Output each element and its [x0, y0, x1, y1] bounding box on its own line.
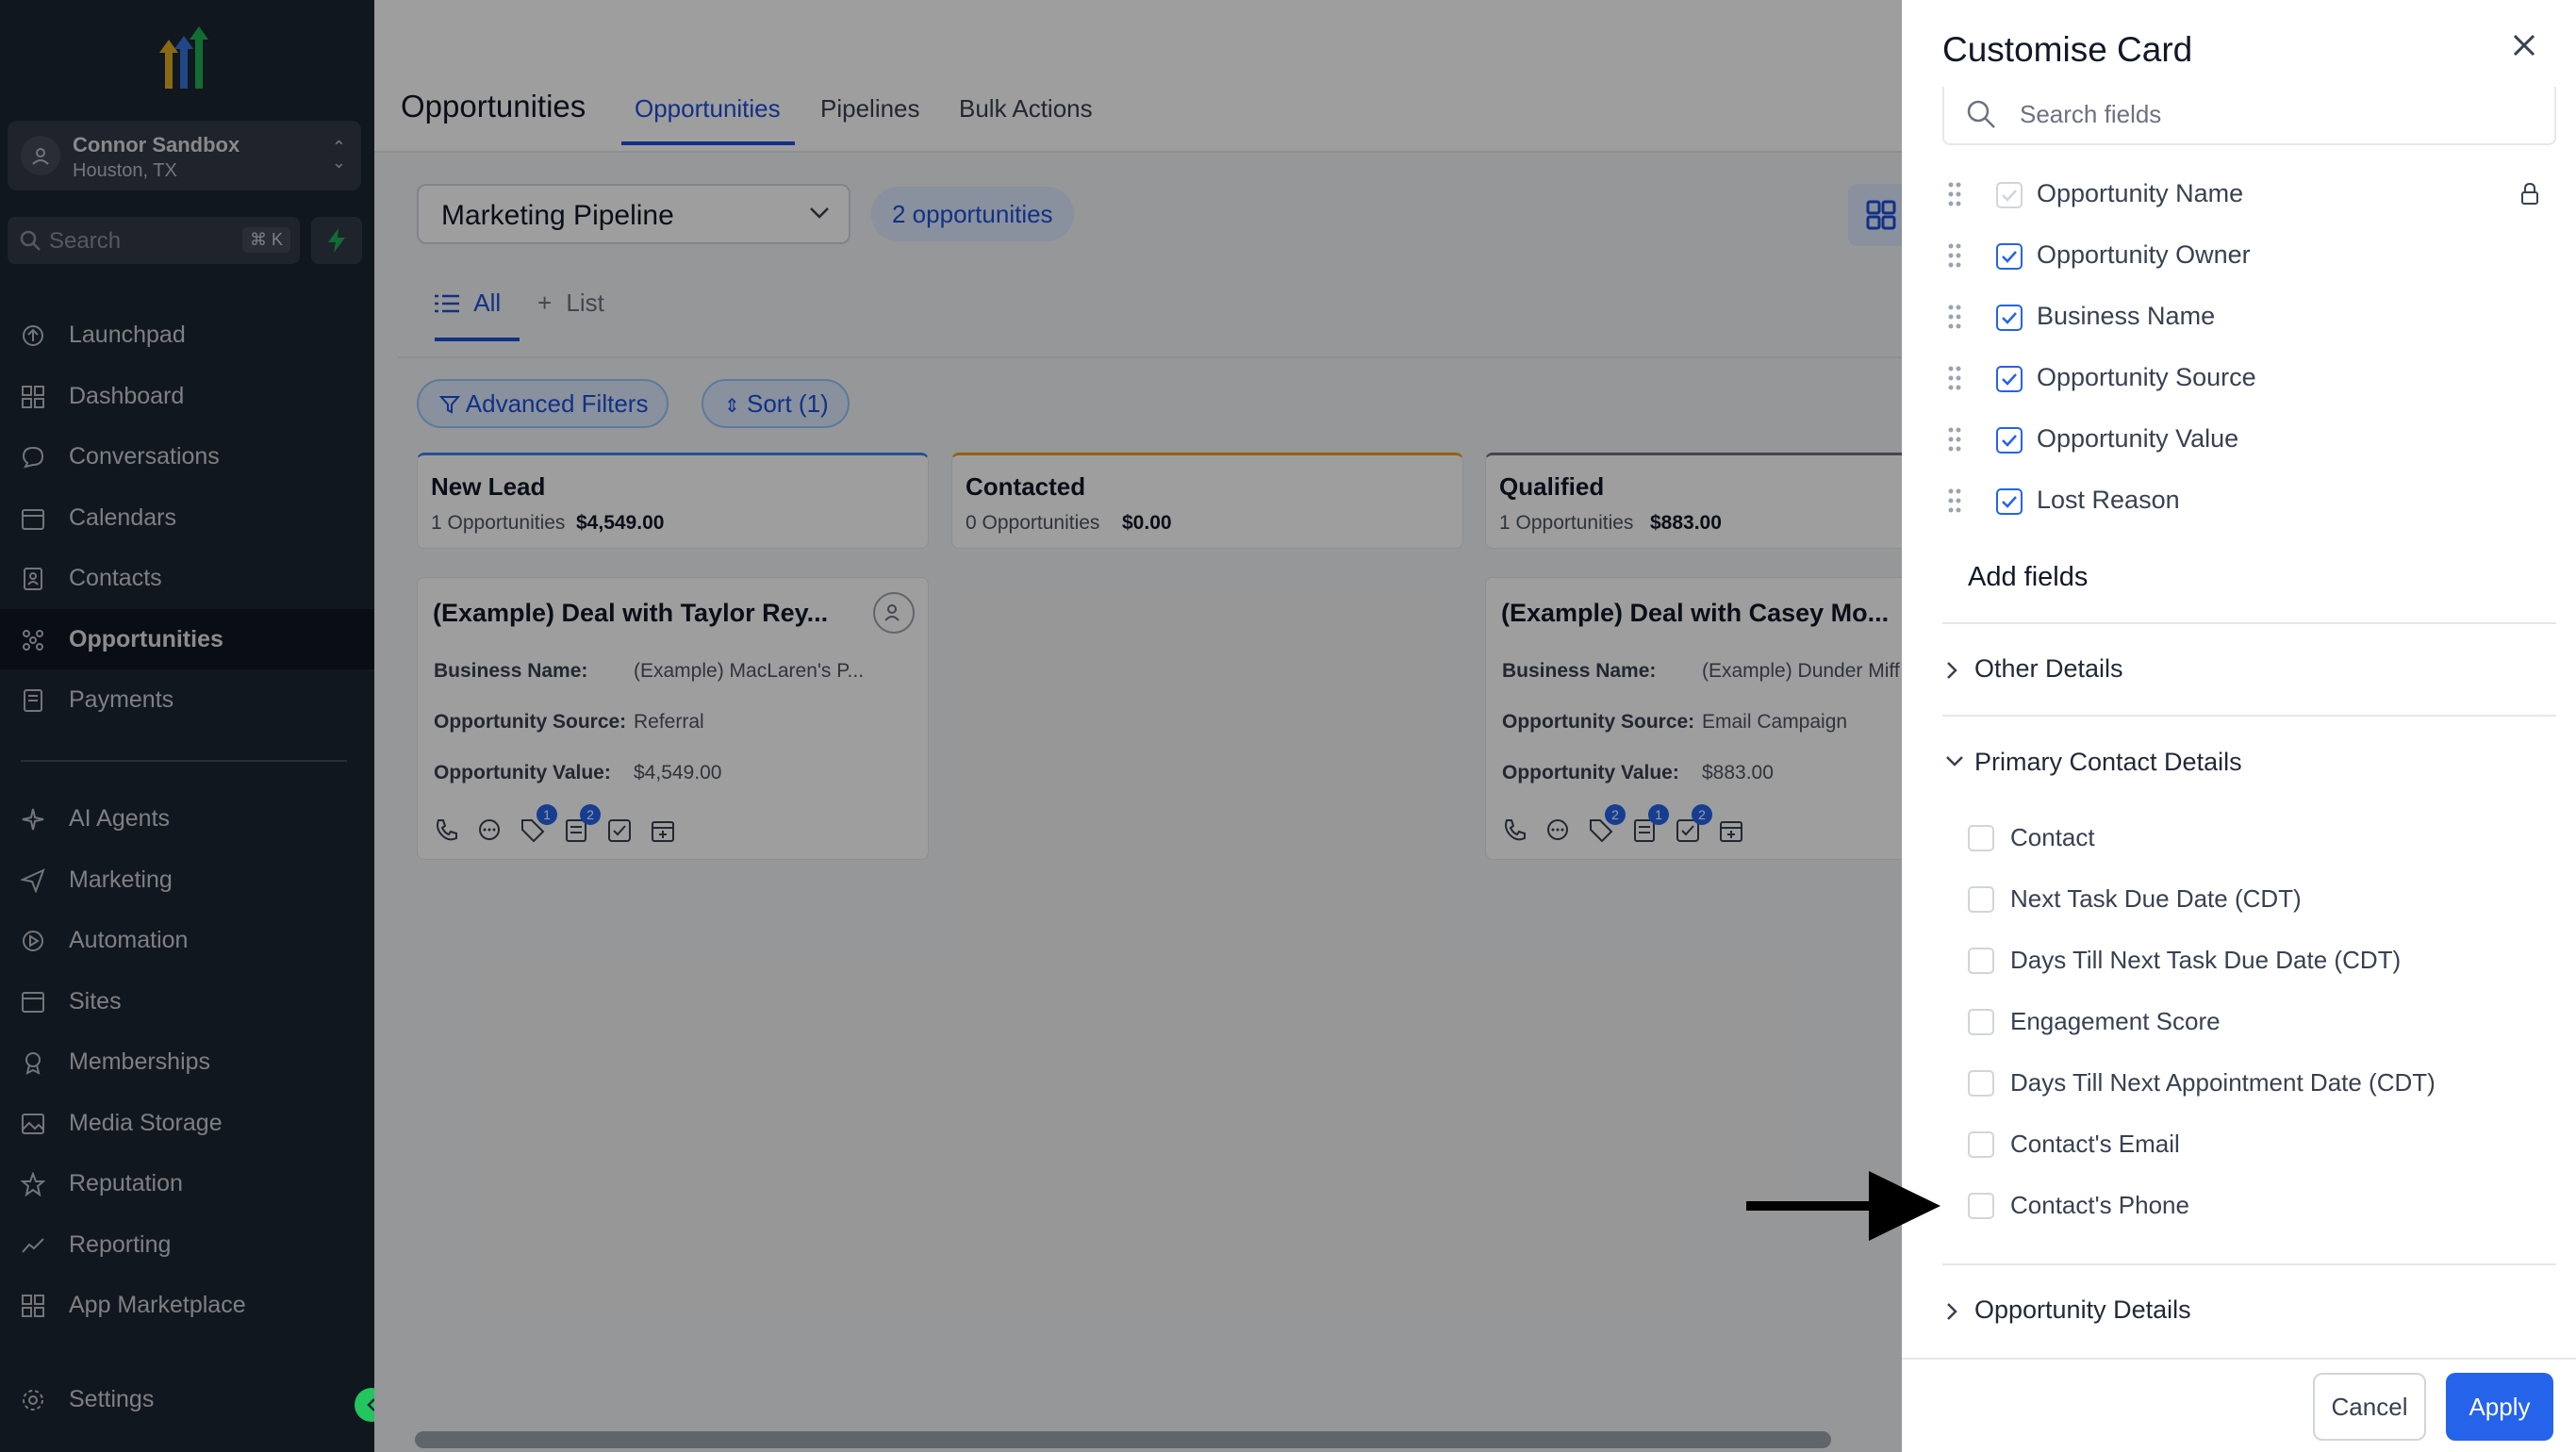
available-field-row[interactable]: Contact's Phone	[1968, 1182, 2552, 1231]
customise-card-drawer: Customise Card Search fields Opportunity…	[1902, 0, 2576, 1452]
modal-backdrop[interactable]	[374, 0, 1902, 1452]
field-checkbox[interactable]	[1996, 305, 2023, 331]
selected-field-row[interactable]: Lost Reason	[1902, 471, 2576, 530]
field-label: Lost Reason	[2037, 486, 2180, 514]
drag-handle-icon[interactable]	[1947, 425, 1962, 454]
check-icon	[2002, 312, 2017, 324]
section-divider	[1942, 1263, 2556, 1265]
check-icon	[2002, 496, 2017, 508]
field-label: Business Name	[2037, 302, 2216, 330]
modal-backdrop-sidebar[interactable]	[0, 0, 374, 1452]
field-checkbox[interactable]	[1968, 1070, 1994, 1097]
field-checkbox[interactable]	[1968, 1131, 1994, 1158]
field-label: Opportunity Source	[2037, 363, 2256, 391]
drag-handle-icon[interactable]	[1947, 487, 1962, 515]
field-checkbox[interactable]	[1996, 243, 2023, 270]
section-label: Opportunity Details	[1974, 1295, 2191, 1324]
available-field-row[interactable]: Days Till Next Appointment Date (CDT)	[1968, 1060, 2552, 1109]
section-label: Other Details	[1974, 654, 2123, 683]
drawer-title: Customise Card	[1942, 30, 2193, 69]
search-icon	[1967, 100, 1995, 128]
selected-field-row[interactable]: Opportunity Source	[1902, 349, 2576, 407]
field-checkbox[interactable]	[1996, 366, 2023, 392]
section-other-details[interactable]: Other Details	[1947, 654, 2123, 684]
drag-handle-icon[interactable]	[1947, 364, 1962, 392]
close-icon[interactable]	[2505, 26, 2543, 64]
add-fields-heading: Add fields	[1968, 562, 2089, 592]
field-label: Next Task Due Date (CDT)	[2010, 884, 2302, 913]
field-checkbox[interactable]	[1968, 825, 1994, 851]
available-field-row[interactable]: Days Till Next Task Due Date (CDT)	[1968, 937, 2552, 986]
drag-handle-icon[interactable]	[1947, 303, 1962, 331]
field-checkbox[interactable]	[1968, 886, 1994, 913]
field-label: Contact's Email	[2010, 1130, 2180, 1158]
section-label: Primary Contact Details	[1974, 748, 2242, 776]
cancel-button[interactable]: Cancel	[2313, 1373, 2426, 1441]
field-label: Opportunity Owner	[2037, 240, 2251, 269]
check-icon	[2002, 435, 2017, 447]
available-field-row[interactable]: Contact	[1968, 815, 2552, 864]
available-field-row[interactable]: Next Task Due Date (CDT)	[1968, 876, 2552, 925]
available-field-row[interactable]: Contact's Email	[1968, 1121, 2552, 1170]
section-primary-contact-details[interactable]: Primary Contact Details	[1946, 748, 2242, 777]
annotation-arrow-icon	[1746, 1171, 1940, 1241]
drag-handle-icon[interactable]	[1947, 180, 1962, 208]
field-label: Opportunity Name	[2037, 179, 2244, 207]
field-label: Days Till Next Appointment Date (CDT)	[2010, 1068, 2436, 1097]
field-checkbox[interactable]	[1968, 1193, 1994, 1219]
field-label: Contact's Phone	[2010, 1191, 2189, 1219]
section-opportunity-details[interactable]: Opportunity Details	[1947, 1295, 2191, 1325]
lock-icon	[2521, 182, 2538, 205]
field-label: Opportunity Value	[2037, 424, 2239, 453]
available-field-row[interactable]: Engagement Score	[1968, 998, 2552, 1048]
selected-field-row[interactable]: Business Name	[1902, 288, 2576, 346]
selected-field-row[interactable]: Opportunity Value	[1902, 410, 2576, 469]
field-checkbox[interactable]	[1996, 488, 2023, 515]
apply-button[interactable]: Apply	[2446, 1373, 2553, 1441]
section-divider	[1942, 715, 2556, 717]
field-checkbox	[1996, 182, 2023, 208]
section-divider	[1942, 622, 2556, 624]
field-checkbox[interactable]	[1968, 948, 1994, 974]
check-icon	[2002, 373, 2017, 386]
check-icon	[2002, 190, 2017, 202]
field-checkbox[interactable]	[1968, 1009, 1994, 1035]
check-icon	[2002, 251, 2017, 263]
chevron-right-icon	[1947, 1303, 1957, 1320]
field-label: Days Till Next Task Due Date (CDT)	[2010, 946, 2402, 974]
field-label: Engagement Score	[2010, 1007, 2221, 1035]
chevron-down-icon	[1946, 756, 1963, 767]
chevron-right-icon	[1947, 662, 1957, 679]
drawer-footer-divider	[1902, 1358, 2576, 1360]
selected-field-row[interactable]: Opportunity Name	[1902, 165, 2576, 223]
field-search-input[interactable]: Search fields	[1942, 87, 2556, 145]
drag-handle-icon[interactable]	[1947, 241, 1962, 270]
field-label: Contact	[2010, 823, 2095, 851]
field-checkbox[interactable]	[1996, 427, 2023, 454]
selected-field-row[interactable]: Opportunity Owner	[1902, 226, 2576, 285]
field-search-placeholder: Search fields	[2020, 100, 2162, 128]
